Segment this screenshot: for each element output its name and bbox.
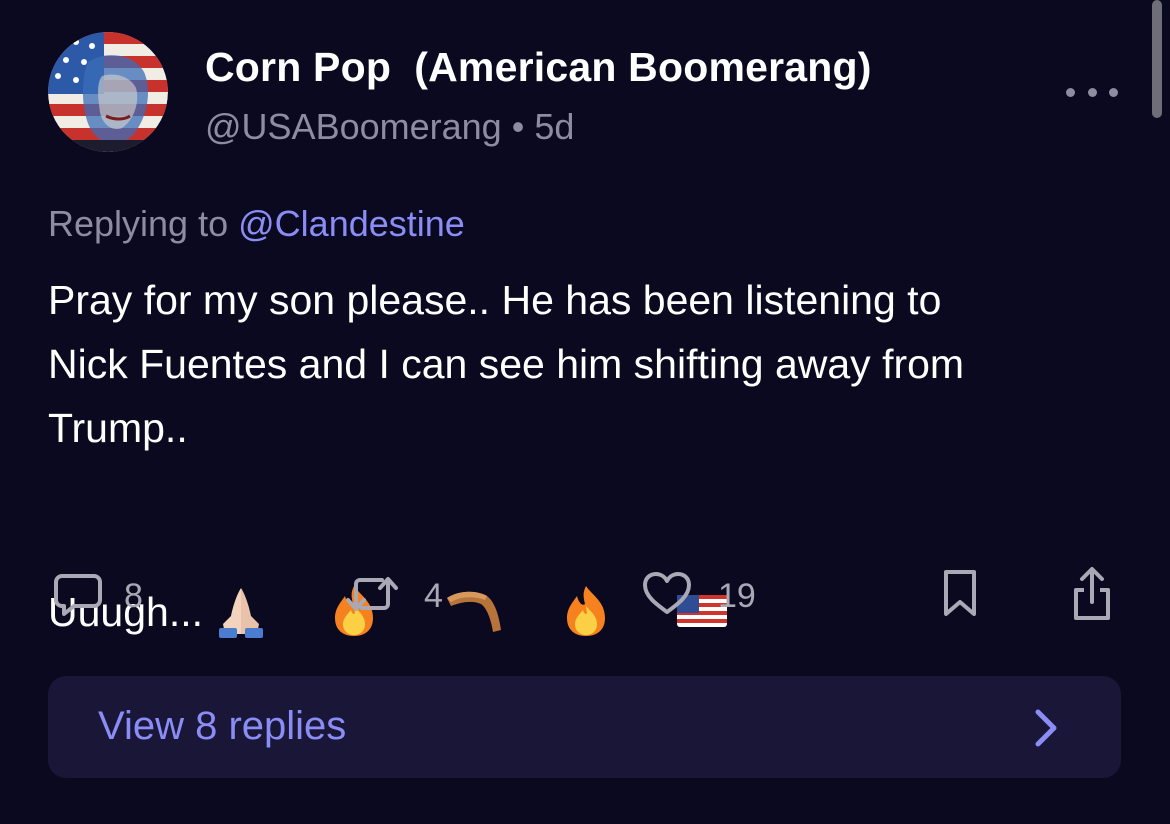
post-body-line: Pray for my son please.. He has been lis… [48,277,942,323]
scrollbar[interactable] [1152,0,1162,118]
post-body: Pray for my son please.. He has been lis… [48,268,1138,638]
replying-to-line: Replying to @Clandestine [48,203,465,245]
comment-icon [52,568,104,625]
replying-label: Replying to [48,203,229,244]
reply-button[interactable]: 8 [52,560,143,632]
share-icon [1066,566,1118,627]
share-button[interactable] [1066,560,1118,632]
reply-count: 8 [124,576,143,615]
user-handle[interactable]: @USABoomerang [205,106,502,147]
like-button[interactable]: 19 [640,560,756,632]
more-dot-icon [1066,87,1075,97]
more-dot-icon [1087,87,1097,97]
post-card: Corn Pop (American Boomerang) @USABoomer… [0,0,1170,824]
post-body-line-last: Uuugh... [48,460,1138,638]
replying-to-mention[interactable]: @Clandestine [238,203,465,244]
bookmark-button[interactable] [938,560,982,632]
heart-icon [640,568,694,625]
post-body-line: Trump.. [48,405,188,451]
like-count: 19 [718,576,756,615]
view-replies-label: View 8 replies [98,704,347,748]
chevron-right-icon [1030,708,1060,753]
post-time: 5d [534,106,575,147]
separator-dot: • [511,106,525,147]
handle-line: @USABoomerang • 5d [205,106,574,148]
display-name[interactable]: Corn Pop (American Boomerang) [205,44,872,91]
repost-count: 4 [424,576,443,615]
repost-button[interactable]: 4 [342,560,443,632]
bookmark-icon [938,566,982,627]
more-dot-icon [1109,87,1118,97]
more-options-button[interactable] [1066,76,1118,108]
view-replies-button[interactable]: View 8 replies [48,676,1121,778]
action-bar: 8 4 19 [0,560,1170,632]
avatar[interactable] [48,32,168,152]
repost-icon [342,568,402,625]
post-body-line: Nick Fuentes and I can see him shifting … [48,341,965,387]
